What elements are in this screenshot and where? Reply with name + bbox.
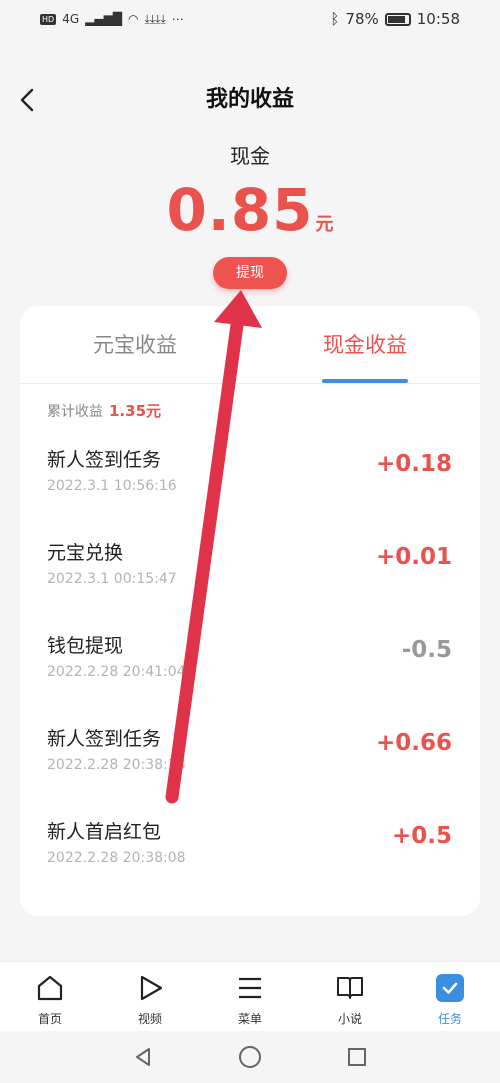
list-item: 元宝兑换 2022.3.1 00:15:47 +0.01: [20, 514, 480, 607]
record-time: 2022.2.28 20:38:18: [47, 757, 186, 773]
tabbar-label: 任务: [437, 1012, 462, 1026]
status-left: HD 4G ▂▄▆█ ◠ ⤓⤓⤓⤓ ⋯: [40, 12, 184, 27]
record-time: 2022.2.28 20:38:08: [47, 850, 186, 866]
page-header: 我的收益: [0, 78, 500, 122]
tabbar-label: 视频: [137, 1012, 162, 1026]
record-value: +0.66: [375, 730, 452, 756]
page-title: 我的收益: [205, 87, 294, 112]
tabbar-label: 首页: [37, 1012, 62, 1026]
task-check-icon: [434, 972, 466, 1004]
record-value: +0.18: [375, 451, 452, 477]
record-value: +0.01: [375, 544, 452, 570]
record-time: 2022.2.28 20:41:04: [47, 664, 186, 680]
earnings-card: 元宝收益 现金收益 累计收益 1.35元 新人签到任务 2022.3.1 10:5…: [20, 306, 480, 916]
cash-amount-value: 0.85: [166, 176, 314, 244]
wifi-icon: ◠: [128, 12, 139, 26]
hd-icon: HD: [40, 13, 57, 25]
record-value: -0.5: [401, 637, 452, 663]
bottom-tab-bar: 首页 视频 菜单 小说 任务: [0, 961, 500, 1031]
home-icon: [34, 972, 66, 1004]
tabbar-label: 菜单: [237, 1012, 262, 1026]
system-nav-bar: [0, 1031, 500, 1083]
battery-icon: [384, 12, 411, 26]
network-type: 4G: [62, 12, 80, 26]
nav-home-button[interactable]: [230, 1037, 270, 1077]
withdraw-button[interactable]: 提现: [213, 257, 287, 289]
list-item: 钱包提现 2022.2.28 20:41:04 -0.5: [20, 607, 480, 700]
cash-amount-unit: 元: [315, 214, 334, 235]
list-item: 新人签到任务 2022.3.1 10:56:16 +0.18: [20, 421, 480, 514]
menu-icon: [234, 972, 266, 1004]
record-time: 2022.3.1 00:15:47: [47, 571, 177, 587]
nav-recents-button[interactable]: [337, 1037, 377, 1077]
nav-back-button[interactable]: [123, 1037, 163, 1077]
record-title: 新人签到任务: [47, 728, 162, 750]
play-icon: [134, 972, 166, 1004]
battery-percent: 78%: [345, 10, 379, 28]
status-bar: HD 4G ▂▄▆█ ◠ ⤓⤓⤓⤓ ⋯ ᛒ 78% 10:58: [0, 0, 500, 38]
list-item: 新人签到任务 2022.2.28 20:38:18 +0.66: [20, 700, 480, 793]
cumulative-label: 累计收益: [47, 404, 103, 420]
book-icon: [334, 972, 366, 1004]
record-title: 新人签到任务: [47, 449, 162, 471]
tab-ingot-earnings[interactable]: 元宝收益: [20, 306, 250, 383]
earnings-tabs: 元宝收益 现金收益: [20, 306, 480, 384]
chevron-left-icon: [20, 88, 34, 112]
cumulative-total: 1.35元: [109, 402, 162, 420]
tab-cash-earnings[interactable]: 现金收益: [250, 306, 480, 383]
triangle-back-icon: [136, 1048, 151, 1066]
tabbar-item-novel[interactable]: 小说: [300, 962, 400, 1031]
circle-home-icon: [238, 1046, 261, 1068]
record-title: 新人首启红包: [47, 821, 162, 843]
tabbar-item-video[interactable]: 视频: [100, 962, 200, 1031]
cash-label: 现金: [230, 144, 270, 168]
list-item: 新人首启红包 2022.2.28 20:38:08 +0.5: [20, 793, 480, 886]
more-icon: ⋯: [171, 12, 184, 26]
tabbar-item-home[interactable]: 首页: [0, 962, 100, 1031]
bluetooth-icon: ᛒ: [330, 10, 340, 28]
cash-amount: 0.85 元: [0, 176, 500, 244]
back-button[interactable]: [12, 82, 42, 118]
record-time: 2022.3.1 10:56:16: [47, 478, 177, 494]
cumulative-summary: 累计收益 1.35元: [20, 384, 480, 421]
record-title: 元宝兑换: [47, 542, 124, 564]
record-title: 钱包提现: [47, 635, 124, 657]
clock: 10:58: [416, 10, 460, 28]
tabbar-item-menu[interactable]: 菜单: [200, 962, 300, 1031]
square-recents-icon: [347, 1048, 366, 1066]
status-right: ᛒ 78% 10:58: [330, 10, 460, 28]
earnings-list: 新人签到任务 2022.3.1 10:56:16 +0.18 元宝兑换 2022…: [20, 421, 480, 886]
tabbar-label: 小说: [337, 1012, 362, 1026]
signal-icon: ▂▄▆█: [85, 12, 123, 26]
tabbar-item-task[interactable]: 任务: [400, 962, 500, 1031]
download-icon: ⤓⤓⤓⤓: [144, 11, 166, 26]
record-value: +0.5: [391, 823, 452, 849]
